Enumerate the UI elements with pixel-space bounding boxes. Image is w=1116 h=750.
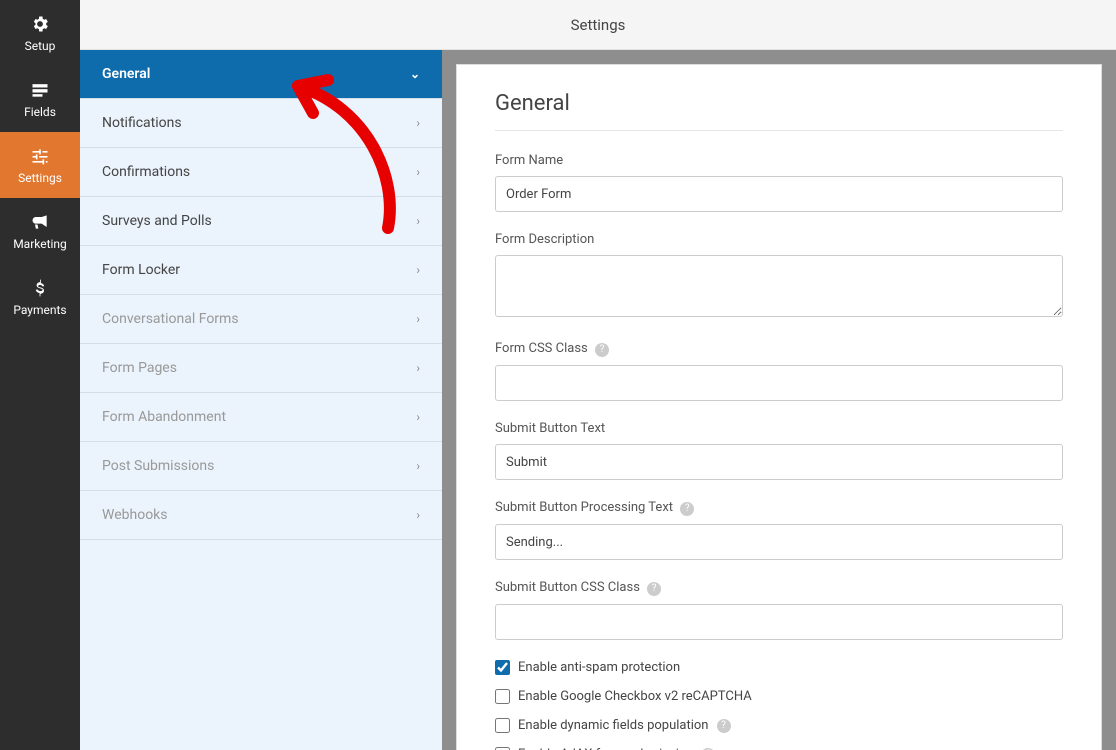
- field-form-description: Form Description: [495, 232, 1063, 321]
- sidebar-label: Form Pages: [102, 360, 177, 376]
- chevron-right-icon: ›: [416, 361, 420, 375]
- nav-label: Fields: [24, 105, 56, 119]
- sidebar-empty: [80, 540, 442, 750]
- nav-label: Payments: [13, 303, 66, 317]
- help-icon[interactable]: ?: [680, 502, 694, 516]
- sidebar-label: Confirmations: [102, 164, 190, 180]
- chevron-right-icon: ›: [416, 312, 420, 326]
- field-form-name: Form Name: [495, 153, 1063, 212]
- check-dynamic: Enable dynamic fields population ?: [495, 718, 1063, 733]
- settings-panel: General Form Name Form Description Form …: [456, 64, 1102, 750]
- help-icon[interactable]: ?: [647, 582, 661, 596]
- check-antispam: Enable anti-spam protection: [495, 660, 1063, 675]
- form-description-label: Form Description: [495, 232, 1063, 247]
- field-submit-css: Submit Button CSS Class ?: [495, 580, 1063, 640]
- nav-label: Marketing: [13, 237, 67, 251]
- sidebar-label: Surveys and Polls: [102, 213, 212, 229]
- nav-label: Setup: [25, 39, 56, 53]
- sidebar-label: General: [102, 66, 150, 82]
- sidebar-item-general[interactable]: General ⌄: [80, 50, 442, 99]
- field-submit-processing: Submit Button Processing Text ?: [495, 500, 1063, 560]
- form-css-label: Form CSS Class ?: [495, 341, 1063, 357]
- help-icon[interactable]: ?: [717, 719, 731, 733]
- nav-setup[interactable]: Setup: [0, 0, 80, 66]
- chevron-right-icon: ›: [416, 263, 420, 277]
- fields-icon: [29, 79, 51, 101]
- nav-payments[interactable]: Payments: [0, 264, 80, 330]
- bullhorn-icon: [29, 211, 51, 233]
- main: Settings General ⌄ Notifications › Confirm…: [80, 0, 1116, 750]
- field-submit-text: Submit Button Text: [495, 421, 1063, 480]
- submit-css-label: Submit Button CSS Class ?: [495, 580, 1063, 596]
- topbar: Settings: [80, 0, 1116, 50]
- check-label: Enable Google Checkbox v2 reCAPTCHA: [518, 689, 752, 704]
- sidebar-item-abandonment[interactable]: Form Abandonment ›: [80, 393, 442, 442]
- check-label: Enable dynamic fields population: [518, 718, 709, 733]
- submit-text-label: Submit Button Text: [495, 421, 1063, 436]
- gear-icon: [29, 13, 51, 35]
- field-form-css: Form CSS Class ?: [495, 341, 1063, 401]
- sidebar-item-conversational[interactable]: Conversational Forms ›: [80, 295, 442, 344]
- checkbox-dynamic[interactable]: [495, 718, 510, 733]
- form-name-label: Form Name: [495, 153, 1063, 168]
- submit-processing-input[interactable]: [495, 524, 1063, 560]
- help-icon[interactable]: ?: [595, 343, 609, 357]
- panel-heading: General: [495, 91, 1063, 131]
- settings-sidebar: General ⌄ Notifications › Confirmations › S…: [80, 50, 442, 750]
- nav-marketing[interactable]: Marketing: [0, 198, 80, 264]
- check-label: Enable anti-spam protection: [518, 660, 680, 675]
- sidebar-label: Form Locker: [102, 262, 180, 278]
- sidebar-label: Post Submissions: [102, 458, 214, 474]
- form-description-input[interactable]: [495, 255, 1063, 317]
- sidebar-label: Conversational Forms: [102, 311, 239, 327]
- sidebar-label: Form Abandonment: [102, 409, 226, 425]
- sidebar-label: Webhooks: [102, 507, 168, 523]
- submit-text-input[interactable]: [495, 444, 1063, 480]
- nav-settings[interactable]: Settings: [0, 132, 80, 198]
- chevron-right-icon: ›: [416, 410, 420, 424]
- form-name-input[interactable]: [495, 176, 1063, 212]
- chevron-right-icon: ›: [416, 165, 420, 179]
- sidebar-label: Notifications: [102, 115, 182, 131]
- chevron-right-icon: ›: [416, 116, 420, 130]
- sidebar-item-confirmations[interactable]: Confirmations ›: [80, 148, 442, 197]
- sidebar-item-formpages[interactable]: Form Pages ›: [80, 344, 442, 393]
- sidebar-item-notifications[interactable]: Notifications ›: [80, 99, 442, 148]
- submit-css-input[interactable]: [495, 604, 1063, 640]
- submit-processing-label: Submit Button Processing Text ?: [495, 500, 1063, 516]
- nav-fields[interactable]: Fields: [0, 66, 80, 132]
- sidebar-item-formlocker[interactable]: Form Locker ›: [80, 246, 442, 295]
- chevron-right-icon: ›: [416, 459, 420, 473]
- chevron-right-icon: ›: [416, 214, 420, 228]
- sidebar-item-postsub[interactable]: Post Submissions ›: [80, 442, 442, 491]
- chevron-right-icon: ›: [416, 508, 420, 522]
- dollar-icon: [29, 277, 51, 299]
- page-title: Settings: [571, 16, 626, 34]
- sidebar-item-surveys[interactable]: Surveys and Polls ›: [80, 197, 442, 246]
- sliders-icon: [29, 145, 51, 167]
- checkbox-antispam[interactable]: [495, 660, 510, 675]
- nav-label: Settings: [18, 171, 62, 185]
- check-recaptcha: Enable Google Checkbox v2 reCAPTCHA: [495, 689, 1063, 704]
- chevron-down-icon: ⌄: [410, 67, 420, 81]
- sidebar-item-webhooks[interactable]: Webhooks ›: [80, 491, 442, 540]
- content: General ⌄ Notifications › Confirmations › S…: [80, 50, 1116, 750]
- left-nav: Setup Fields Settings Marketing Payments: [0, 0, 80, 750]
- panel-wrap: General Form Name Form Description Form …: [442, 50, 1116, 750]
- form-css-input[interactable]: [495, 365, 1063, 401]
- checkbox-recaptcha[interactable]: [495, 689, 510, 704]
